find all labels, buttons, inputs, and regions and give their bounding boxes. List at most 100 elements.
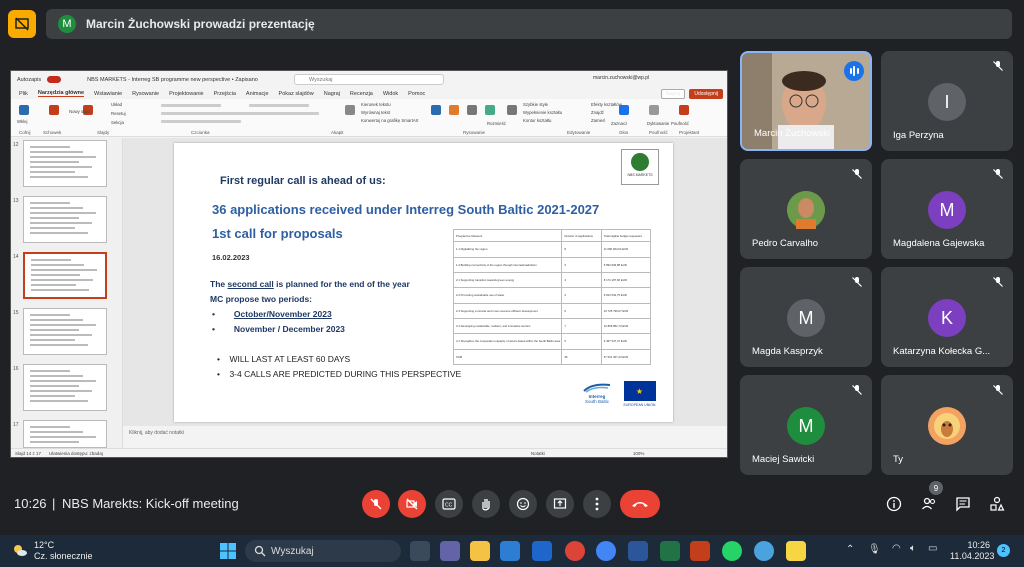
ppt-menu-item[interactable]: Rysowanie [132, 91, 159, 97]
weather-widget[interactable]: 12°C Cz. słonecznie [12, 540, 93, 562]
present-button[interactable] [546, 490, 574, 518]
ppt-menu-item[interactable]: Projektowanie [169, 91, 204, 97]
ribbon-item[interactable]: Wyrównaj tekst [361, 110, 390, 115]
ribbon-tool-icon[interactable] [649, 105, 659, 115]
more-options-button[interactable] [583, 490, 611, 518]
autosave-toggle[interactable] [47, 76, 62, 83]
battery-icon[interactable]: ▭ [928, 543, 937, 554]
ribbon-item[interactable]: Układ [111, 102, 122, 107]
participant-tile[interactable]: M Magdalena Gajewska [881, 159, 1013, 259]
ribbon-control[interactable] [161, 104, 221, 107]
ribbon-item[interactable]: Efekty kształtów [591, 102, 622, 107]
ribbon-control[interactable] [249, 112, 319, 115]
ribbon-item[interactable]: Sekcja [111, 120, 124, 125]
browser-icon[interactable] [754, 541, 774, 561]
ppt-menu-item[interactable]: Pomoc [408, 91, 425, 97]
ribbon-control[interactable] [249, 104, 309, 107]
slide-thumbnail[interactable] [23, 196, 107, 243]
ribbon-tool-icon[interactable] [467, 105, 477, 115]
wifi-icon[interactable]: ◠ [892, 543, 901, 554]
ribbon-tool-icon[interactable] [19, 105, 29, 115]
ribbon-tool-icon[interactable] [345, 105, 355, 115]
ribbon-tool-icon[interactable] [49, 105, 59, 115]
start-icon[interactable] [218, 541, 238, 561]
slide-thumbnail[interactable] [23, 140, 107, 187]
volume-icon[interactable]: 🔈︎ [910, 543, 916, 554]
status-notes[interactable]: Notatki [531, 451, 545, 456]
ribbon-item[interactable]: Wklej [17, 119, 28, 124]
ribbon-item[interactable]: Resetuj [111, 111, 126, 116]
participant-tile[interactable]: Marcin Żuchowski [740, 51, 872, 151]
chrome-active-icon[interactable] [565, 541, 585, 561]
ribbon-item[interactable]: Nowy slajd [69, 109, 90, 114]
teams-icon[interactable] [440, 541, 460, 561]
ribbon-tool-icon[interactable] [507, 105, 517, 115]
ribbon-item[interactable]: Poufność [671, 121, 689, 126]
store-icon[interactable] [500, 541, 520, 561]
ribbon-item[interactable]: Konwertuj na grafikę SmartArt [361, 118, 418, 123]
ribbon-tool-icon[interactable] [485, 105, 495, 115]
status-zoom[interactable]: 100% [633, 451, 645, 456]
slide-thumbnail[interactable] [23, 420, 107, 448]
record-button[interactable]: Nagraj [660, 89, 686, 99]
sticky-notes-icon[interactable] [786, 541, 806, 561]
ppt-menu-item[interactable]: Przejścia [214, 91, 236, 97]
ribbon-tool-icon[interactable] [679, 105, 689, 115]
ribbon-item[interactable]: Dyktowanie [647, 121, 669, 126]
ribbon-control[interactable] [161, 112, 251, 115]
file-explorer-icon[interactable] [470, 541, 490, 561]
people-button[interactable] [919, 494, 939, 514]
excel-icon[interactable] [660, 541, 680, 561]
status-accessibility[interactable]: Ułatwienia dostępu: zbadaj [49, 451, 103, 456]
reactions-button[interactable] [509, 490, 537, 518]
captions-button[interactable]: CC [435, 490, 463, 518]
ribbon-item[interactable]: Wypełnienie kształtu [523, 110, 562, 115]
ribbon-item[interactable]: Znajdź [591, 110, 604, 115]
ribbon-item[interactable]: Kierunek tekstu [361, 102, 391, 107]
mic-off-button[interactable] [362, 490, 390, 518]
word-icon[interactable] [628, 541, 648, 561]
slide-thumbnail[interactable] [23, 252, 107, 299]
system-clock[interactable]: 10:26 11.04.2023 [950, 540, 994, 562]
chevron-up-icon[interactable]: ⌃ [846, 544, 854, 555]
powerpoint-icon[interactable] [690, 541, 710, 561]
slide-thumbnail[interactable] [23, 308, 107, 355]
ppt-menu-item[interactable]: Plik [19, 91, 28, 97]
ppt-menu-item[interactable]: Recenzja [350, 91, 373, 97]
activities-button[interactable] [987, 494, 1007, 514]
ribbon-control[interactable] [161, 120, 241, 123]
share-button[interactable]: Udostępnij [689, 89, 723, 99]
calendar-icon[interactable] [532, 541, 552, 561]
meeting-info-button[interactable] [884, 494, 904, 514]
widgets-icon[interactable] [410, 541, 430, 561]
participant-tile[interactable]: I Iga Perzyna [881, 51, 1013, 151]
raise-hand-button[interactable] [472, 490, 500, 518]
slide-thumbnail[interactable] [23, 364, 107, 411]
ribbon-item[interactable]: Zamień [591, 118, 605, 123]
chat-button[interactable] [953, 494, 973, 514]
ppt-search-input[interactable]: Wyszukaj [294, 74, 444, 85]
ribbon-item[interactable]: Szybkie style [523, 102, 548, 107]
notes-pane[interactable]: Kliknij, aby dodać notatki [123, 426, 727, 450]
chrome-icon[interactable] [596, 541, 616, 561]
ribbon-tool-icon[interactable] [431, 105, 441, 115]
ppt-menu-item[interactable]: Nagraj [324, 91, 340, 97]
participant-tile[interactable]: M Magda Kasprzyk [740, 267, 872, 367]
participant-tile[interactable]: M Maciej Sawicki [740, 375, 872, 475]
leave-call-button[interactable] [620, 490, 660, 518]
camera-off-button[interactable] [398, 490, 426, 518]
ppt-menu-item[interactable]: Widok [383, 91, 398, 97]
ppt-menu-item[interactable]: Pokaz slajdów [279, 91, 314, 97]
ppt-menu-item[interactable]: Narzędzia główne [37, 90, 85, 97]
participant-tile[interactable]: K Katarzyna Kołecka G... [881, 267, 1013, 367]
whatsapp-icon[interactable] [722, 541, 742, 561]
ppt-menu-item[interactable]: Wstawianie [94, 91, 122, 97]
stop-presenting-icon[interactable] [8, 10, 36, 38]
ribbon-item[interactable]: Rozmieść [487, 121, 506, 126]
ribbon-tool-icon[interactable] [449, 105, 459, 115]
participant-tile[interactable]: Ty [881, 375, 1013, 475]
ribbon-item[interactable]: Zaznacz [611, 121, 627, 126]
ppt-menu-item[interactable]: Animacje [246, 91, 269, 97]
notification-badge[interactable]: 2 [997, 544, 1010, 557]
tray-mic-icon[interactable]: 🎙︎ [868, 544, 881, 555]
